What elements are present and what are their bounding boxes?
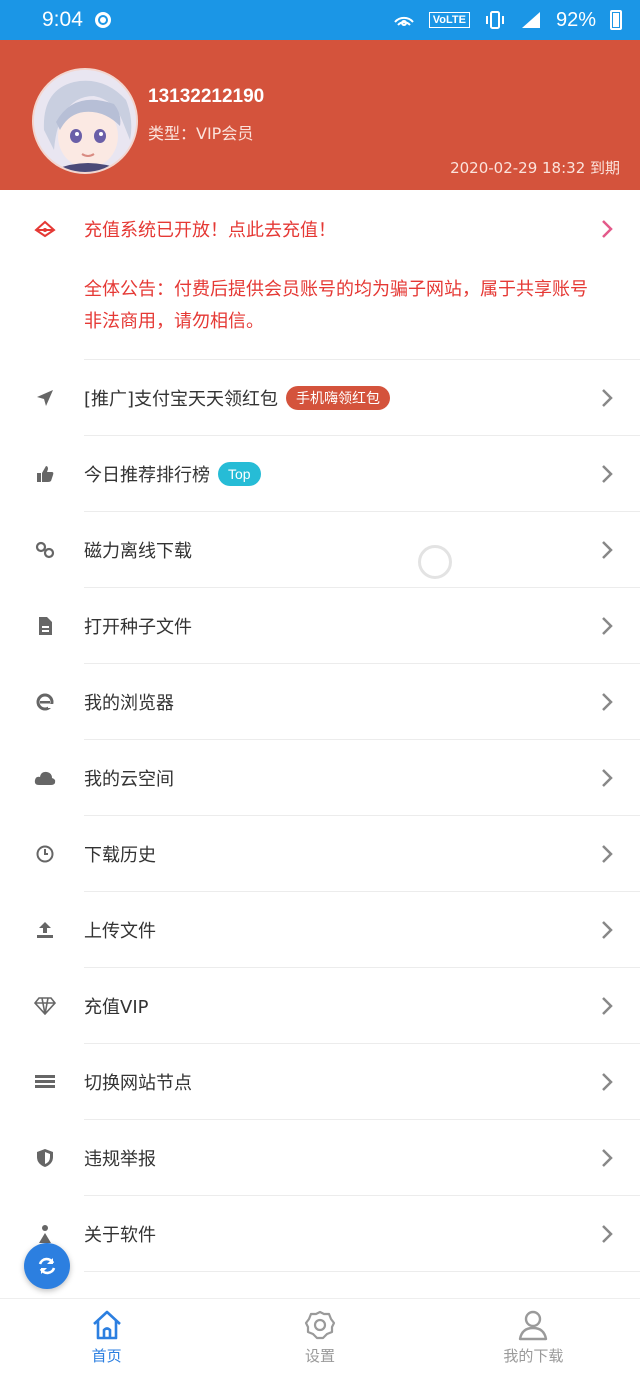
history-label: 下载历史 [84, 845, 156, 866]
red-envelope-badge: 手机嗨领红包 [286, 386, 391, 410]
chevron-right-icon [602, 769, 613, 787]
status-time: 9:04 [42, 8, 83, 31]
refresh-icon [38, 1257, 56, 1275]
menu-item-about[interactable]: 关于软件 [0, 1196, 640, 1272]
vibrate-icon [485, 11, 504, 29]
link-icon [34, 539, 56, 561]
nav-home[interactable]: 首页 [0, 1299, 213, 1376]
file-icon [34, 615, 56, 637]
nav-settings[interactable]: 设置 [213, 1299, 426, 1376]
battery-icon [610, 10, 622, 30]
browser-icon [34, 691, 56, 713]
chevron-right-icon [602, 1149, 613, 1167]
browser-label: 我的浏览器 [84, 693, 174, 714]
menu-item-torrent[interactable]: 打开种子文件 [0, 588, 640, 664]
nav-settings-label: 设置 [304, 1347, 335, 1365]
chevron-right-icon [602, 220, 613, 238]
alipay-label: [推广]支付宝天天领红包 [84, 389, 279, 410]
nav-my-downloads-label: 我的下载 [503, 1347, 564, 1365]
upload-icon [34, 919, 56, 941]
chevron-right-icon [602, 693, 613, 711]
about-label: 关于软件 [84, 1225, 156, 1246]
rocket-icon [34, 387, 56, 409]
chevron-right-icon [602, 845, 613, 863]
menu-item-cloud[interactable]: 我的云空间 [0, 740, 640, 816]
gear-icon [304, 1310, 336, 1340]
magnet-label: 磁力离线下载 [84, 541, 192, 562]
menu-item-label: 今日推荐排行榜 Top [84, 461, 261, 487]
refresh-button[interactable] [24, 1243, 70, 1289]
chevron-right-icon [602, 921, 613, 939]
volte-badge: VoLTE [428, 12, 470, 28]
info-icon [34, 1223, 56, 1245]
top-badge: Top [218, 462, 261, 486]
menu-item-ranking[interactable]: 今日推荐排行榜 Top [0, 436, 640, 512]
home-icon [92, 1310, 121, 1340]
recharge-label: 充值系统已开放！点此去充值！ [84, 220, 336, 241]
status-icons: VoLTE 92% [393, 9, 622, 32]
report-label: 违规举报 [84, 1149, 156, 1170]
phone-number: 13132212190 [148, 86, 265, 107]
chevron-right-icon [602, 617, 613, 635]
chevron-right-icon [602, 389, 613, 407]
clock-icon [34, 843, 56, 865]
shield-icon [34, 1147, 56, 1169]
chevron-right-icon [602, 1225, 613, 1243]
server-icon [34, 1071, 56, 1093]
menu-item-alipay[interactable]: [推广]支付宝天天领红包 手机嗨领红包 [0, 360, 640, 436]
ranking-label: 今日推荐排行榜 [84, 465, 210, 486]
upload-label: 上传文件 [84, 921, 156, 942]
vip-label: 充值VIP [84, 997, 149, 1018]
menu-item-report[interactable]: 违规举报 [0, 1120, 640, 1196]
chevron-right-icon [602, 997, 613, 1015]
chevron-right-icon [602, 541, 613, 559]
recording-icon [94, 12, 111, 28]
avatar[interactable] [32, 68, 138, 174]
diamond-icon [34, 995, 56, 1017]
nav-my-downloads[interactable]: 我的下载 [427, 1299, 640, 1376]
hotspot-icon [394, 16, 414, 26]
chevron-right-icon [602, 1073, 613, 1091]
loading-spinner [418, 545, 452, 579]
battery-percent: 92% [555, 8, 596, 31]
menu-item-upload[interactable]: 上传文件 [0, 892, 640, 968]
avatar-illustration [34, 70, 136, 172]
alert-icon [34, 218, 56, 240]
menu-list: 充值系统已开放！点此去充值！ 全体公告：付费后提供会员账号的均为骗子网站，属于共… [0, 190, 640, 1272]
menu-item-node[interactable]: 切换网站节点 [0, 1044, 640, 1120]
status-bar: 9:04 VoLTE 92% [0, 0, 640, 40]
chevron-right-icon [602, 465, 613, 483]
recharge-banner[interactable]: 充值系统已开放！点此去充值！ [0, 190, 640, 268]
divider [84, 1271, 640, 1272]
menu-item-magnet[interactable]: 磁力离线下载 [0, 512, 640, 588]
notice-text: 全体公告：付费后提供会员账号的均为骗子网站，属于共享账号非法商用，请勿相信。 [84, 279, 588, 332]
profile-header[interactable]: 13132212190 类型：VIP会员 2020-02-29 18:32 到期 [0, 40, 640, 190]
user-icon [519, 1310, 548, 1341]
expire-date: 2020-02-29 18:32 到期 [450, 159, 620, 177]
nav-home-label: 首页 [91, 1347, 122, 1365]
menu-item-label: [推广]支付宝天天领红包 手机嗨领红包 [84, 385, 391, 411]
node-label: 切换网站节点 [84, 1073, 192, 1094]
bottom-navigation: 首页 设置 我的下载 [0, 1298, 640, 1376]
member-type: 类型：VIP会员 [148, 124, 254, 143]
menu-item-browser[interactable]: 我的浏览器 [0, 664, 640, 740]
menu-item-vip[interactable]: 充值VIP [0, 968, 640, 1044]
cloud-icon [34, 767, 56, 789]
torrent-label: 打开种子文件 [84, 617, 192, 638]
thumbs-up-icon [34, 463, 56, 485]
menu-item-history[interactable]: 下载历史 [0, 816, 640, 892]
announcement-notice: 全体公告：付费后提供会员账号的均为骗子网站，属于共享账号非法商用，请勿相信。 [0, 268, 640, 360]
signal-icon [521, 12, 540, 28]
cloud-label: 我的云空间 [84, 769, 174, 790]
